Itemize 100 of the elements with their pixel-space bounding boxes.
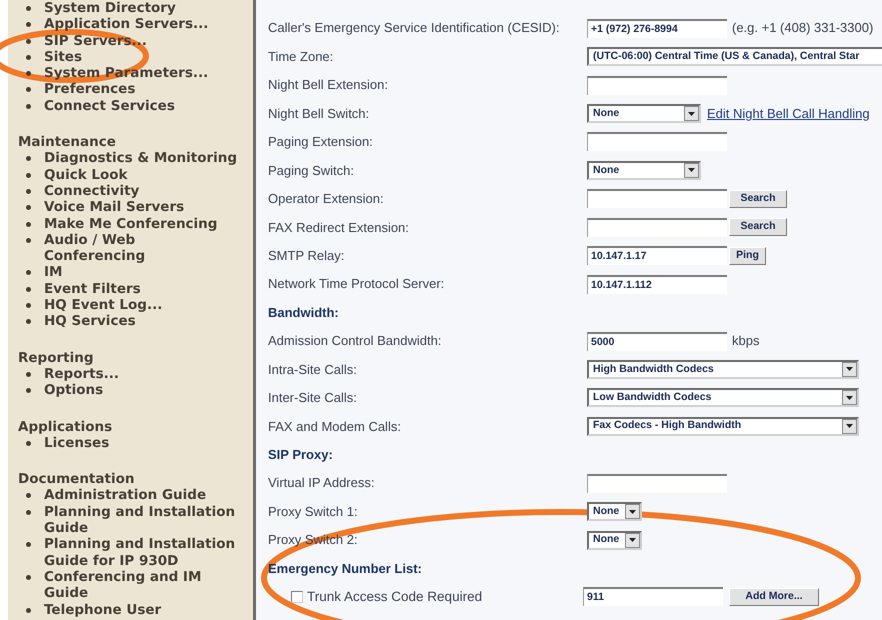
bullet-icon xyxy=(26,205,31,210)
dropdown[interactable]: Fax Codecs - High Bandwidth xyxy=(587,416,859,436)
input-field[interactable]: 911 xyxy=(583,587,723,606)
bullet-icon xyxy=(26,104,31,109)
checkbox-label: Trunk Access Code Required xyxy=(307,588,484,606)
bullet-icon xyxy=(26,38,31,44)
sidebar-link[interactable]: IM xyxy=(44,264,62,281)
bullet-icon xyxy=(26,22,31,28)
field-label: Operator Extension: xyxy=(268,190,385,208)
sidebar-link[interactable]: Telephone User xyxy=(44,602,162,618)
sidebar-link[interactable]: HQ Services xyxy=(44,313,136,330)
bullet-icon xyxy=(26,270,31,276)
caret-icon xyxy=(629,538,636,542)
bullet-icon xyxy=(26,6,31,11)
input-field[interactable]: +1 (972) 276-8994 xyxy=(587,18,727,38)
section-heading: Bandwidth: xyxy=(268,304,339,322)
field-label: Virtual IP Address: xyxy=(268,474,376,492)
bullet-icon xyxy=(26,608,31,612)
sidebar-link[interactable]: Make Me Conferencing xyxy=(44,216,218,232)
sidebar-link[interactable]: Audio / Web Conferencing xyxy=(44,232,238,264)
field-label: Night Bell Extension: xyxy=(268,76,389,94)
dropdown[interactable]: High Bandwidth Codecs xyxy=(587,360,859,379)
bullet-icon xyxy=(26,54,31,60)
bullet-icon xyxy=(26,222,31,227)
dropdown[interactable]: (UTC-06:00) Central Time (US & Canada), Central Star xyxy=(587,47,882,66)
dropdown[interactable]: None xyxy=(587,530,642,550)
field-label: FAX and Modem Calls: xyxy=(268,418,402,436)
sidebar-link[interactable]: Options xyxy=(44,382,104,399)
caret-icon xyxy=(846,396,853,400)
sidebar-link[interactable]: Administration Guide xyxy=(44,487,206,504)
hint-text: kbps xyxy=(732,332,760,350)
input-field[interactable]: 10.147.1.17 xyxy=(587,246,727,266)
caret-icon xyxy=(846,367,853,372)
field-label: Inter-Site Calls: xyxy=(268,389,358,408)
bullet-icon xyxy=(26,510,31,515)
sidebar-heading: Documentation xyxy=(18,471,136,488)
dropdown[interactable]: Low Bandwidth Codecs xyxy=(587,388,859,408)
sidebar-link[interactable]: Conferencing and IM Guide xyxy=(44,568,238,602)
sidebar-link[interactable]: System Directory xyxy=(44,0,176,16)
bullet-icon xyxy=(26,388,31,394)
caret-icon xyxy=(846,424,853,428)
field-label: Intra-Site Calls: xyxy=(268,360,358,379)
input-field[interactable] xyxy=(587,189,727,208)
bullet-icon xyxy=(26,372,31,377)
hint-text: (e.g. +1 (408) 331-3300) xyxy=(732,19,874,38)
sidebar-link[interactable]: HQ Event Log... xyxy=(44,297,162,314)
input-field[interactable] xyxy=(587,218,727,237)
sidebar-link[interactable]: Diagnostics & Monitoring xyxy=(44,150,238,167)
dropdown[interactable]: None xyxy=(587,104,701,124)
caret-icon xyxy=(688,112,695,116)
field-label: Network Time Protocol Server: xyxy=(268,275,446,294)
bullet-icon xyxy=(26,87,31,92)
field-label: Caller's Emergency Service Identification (CESID): xyxy=(268,19,560,38)
dropdown[interactable]: None xyxy=(587,502,642,522)
checkbox[interactable] xyxy=(291,590,303,603)
sidebar-link[interactable]: Quick Look xyxy=(44,166,128,183)
sidebar-link[interactable]: Preferences xyxy=(44,81,136,98)
sidebar-link[interactable]: Reports... xyxy=(44,366,120,382)
sidebar-heading: Applications xyxy=(18,418,114,435)
button[interactable]: Ping xyxy=(729,246,766,265)
input-field[interactable] xyxy=(587,474,727,493)
section-heading: SIP Proxy: xyxy=(268,446,333,464)
field-label: Night Bell Switch: xyxy=(268,104,370,123)
sidebar-link[interactable]: Planning and Installation Guide xyxy=(44,504,238,536)
sidebar-link[interactable]: Voice Mail Servers xyxy=(44,199,184,216)
bullet-icon xyxy=(26,542,31,548)
sidebar-link[interactable]: Licenses xyxy=(44,434,110,452)
link[interactable]: Edit Night Bell Call Handling xyxy=(707,104,870,124)
field-label: Proxy Switch 1: xyxy=(268,502,359,521)
button[interactable]: Add More... xyxy=(729,588,819,606)
input-field[interactable] xyxy=(587,132,727,152)
sidebar-link[interactable]: Sites xyxy=(44,48,82,66)
bullet-icon xyxy=(26,156,31,162)
caret-icon xyxy=(629,510,636,514)
bullet-icon xyxy=(26,574,31,580)
bullet-icon xyxy=(26,172,31,178)
sidebar-heading: Reporting xyxy=(18,350,95,366)
field-label: Admission Control Bandwidth: xyxy=(268,332,442,350)
sidebar-link[interactable]: Connectivity xyxy=(44,182,140,200)
sidebar-link[interactable]: Event Filters xyxy=(44,280,141,298)
bullet-icon xyxy=(26,188,31,194)
input-field[interactable]: 5000 xyxy=(587,332,727,351)
field-label: Paging Extension: xyxy=(268,133,374,152)
bullet-icon xyxy=(26,440,31,446)
dropdown[interactable]: None xyxy=(587,160,701,180)
bullet-icon xyxy=(26,303,31,308)
bullet-icon xyxy=(26,319,31,324)
button[interactable]: Search xyxy=(729,218,787,236)
input-field[interactable]: 10.147.1.112 xyxy=(587,274,727,294)
field-label: SMTP Relay: xyxy=(268,246,346,265)
bullet-icon xyxy=(26,286,31,292)
bullet-icon xyxy=(26,493,31,498)
field-label: Time Zone: xyxy=(268,48,334,66)
sidebar-link[interactable]: Application Servers... xyxy=(44,16,208,33)
button[interactable]: Search xyxy=(729,190,787,208)
sidebar-link[interactable]: Planning and Installation Guide for IP 930D xyxy=(44,536,238,569)
input-field[interactable] xyxy=(587,76,727,95)
sidebar-link[interactable]: Connect Services xyxy=(44,98,175,114)
sidebar-heading: Maintenance xyxy=(18,134,117,150)
bullet-icon xyxy=(26,238,31,243)
